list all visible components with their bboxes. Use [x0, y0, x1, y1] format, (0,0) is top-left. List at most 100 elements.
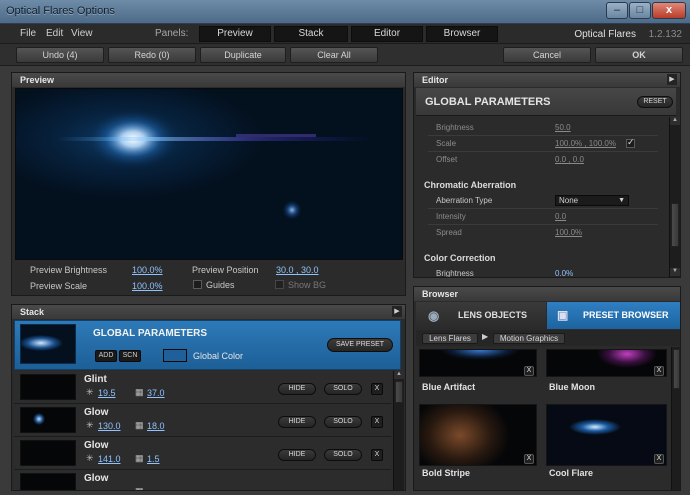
remove-preset-button[interactable]: X: [524, 366, 534, 376]
tab-preset-browser[interactable]: ▣ PRESET BROWSER: [547, 302, 680, 329]
app-version: 1.2.132: [648, 29, 682, 40]
hide-button[interactable]: HIDE: [278, 449, 316, 461]
spread-value[interactable]: 100.0%: [555, 228, 582, 237]
menu-file[interactable]: File: [20, 28, 36, 39]
solo-button[interactable]: SOLO: [324, 383, 362, 395]
close-button[interactable]: x: [652, 2, 686, 19]
layer-name: Glint: [84, 374, 107, 385]
offset-value[interactable]: 0.0 , 0.0: [555, 155, 584, 164]
preset-tile-blue-artifact[interactable]: X: [419, 349, 537, 377]
stack-row[interactable]: Glow ✳ 130.0 ▦ 18.0 HIDE SOLO X: [14, 404, 391, 437]
remove-layer-button[interactable]: X: [371, 449, 383, 461]
layer-size-value[interactable]: 18.0: [147, 421, 165, 431]
menu-view[interactable]: View: [71, 28, 93, 39]
duplicate-button[interactable]: Duplicate: [200, 47, 286, 63]
maximize-button[interactable]: □: [629, 2, 651, 19]
chevron-down-icon: ▼: [618, 197, 625, 204]
solo-button[interactable]: SOLO: [324, 449, 362, 461]
show-bg-checkbox[interactable]: [275, 280, 284, 289]
browser-panel: Browser ◉ LENS OBJECTS ▣ PRESET BROWSER …: [413, 286, 681, 491]
preset-tile-blue-moon[interactable]: X: [546, 349, 667, 377]
preview-brightness-value[interactable]: 100.0%: [132, 265, 163, 275]
undo-button[interactable]: Undo (4): [16, 47, 104, 63]
layer-name: Glow: [84, 407, 109, 418]
stack-panel-menu-arrow[interactable]: ▶: [392, 306, 402, 317]
toolbar: Undo (4) Redo (0) Duplicate Clear All Ca…: [0, 44, 690, 66]
count-icon: ✳: [86, 387, 94, 397]
aberration-type-dropdown[interactable]: None ▼: [555, 195, 629, 206]
scn-button[interactable]: SCN: [119, 350, 141, 362]
global-thumbnail: [20, 324, 76, 364]
scroll-thumb[interactable]: [673, 349, 680, 389]
scroll-thumb[interactable]: [395, 381, 403, 403]
editor-heading-bar: GLOBAL PARAMETERS RESET: [416, 88, 676, 116]
tab-preset-browser-label: PRESET BROWSER: [583, 310, 669, 320]
app-name: Optical Flares: [574, 29, 636, 40]
breadcrumb-lens-flares[interactable]: Lens Flares: [422, 333, 478, 344]
panel-tab-editor[interactable]: Editor: [351, 26, 423, 42]
preset-tile-bold-stripe[interactable]: X: [419, 404, 537, 466]
cancel-button[interactable]: Cancel: [503, 47, 591, 63]
preview-scale-value[interactable]: 100.0%: [132, 281, 163, 291]
remove-preset-button[interactable]: X: [654, 454, 664, 464]
ok-button[interactable]: OK: [595, 47, 683, 63]
remove-layer-button[interactable]: X: [371, 416, 383, 428]
stack-row[interactable]: Glow ▦: [14, 470, 391, 490]
editor-scrollbar[interactable]: ▲ ▼: [669, 117, 680, 277]
preview-position-value[interactable]: 30.0 , 30.0: [276, 265, 319, 275]
scale-value[interactable]: 100.0% , 100.0%: [555, 139, 616, 148]
hide-button[interactable]: HIDE: [278, 416, 316, 428]
title-bar[interactable]: Optical Flares Options – □ x: [0, 0, 690, 24]
intensity-value[interactable]: 0.0: [555, 212, 566, 221]
brightness-value[interactable]: 50.0: [555, 123, 571, 132]
global-parameters-row[interactable]: GLOBAL PARAMETERS ADD SCN Global Color S…: [14, 320, 401, 370]
browser-scrollbar[interactable]: [671, 347, 680, 490]
remove-preset-button[interactable]: X: [524, 454, 534, 464]
layer-size-value[interactable]: 37.0: [147, 388, 165, 398]
hide-button[interactable]: HIDE: [278, 383, 316, 395]
solo-button[interactable]: SOLO: [324, 416, 362, 428]
panel-tab-stack[interactable]: Stack: [274, 26, 348, 42]
layer-count-value[interactable]: 141.0: [98, 454, 121, 464]
scroll-thumb[interactable]: [671, 203, 679, 247]
tab-lens-objects[interactable]: ◉ LENS OBJECTS: [416, 302, 546, 329]
preview-viewport[interactable]: [15, 88, 403, 260]
stack-row[interactable]: Glint ✳ 19.5 ▦ 37.0 HIDE SOLO X: [14, 371, 391, 404]
save-preset-button[interactable]: SAVE PRESET: [327, 338, 393, 352]
editor-panel-menu-arrow[interactable]: ▶: [667, 74, 677, 85]
guides-label: Guides: [206, 280, 235, 290]
remove-preset-button[interactable]: X: [654, 366, 664, 376]
redo-button[interactable]: Redo (0): [108, 47, 196, 63]
cc-brightness-value[interactable]: 0.0%: [555, 269, 573, 277]
scale-lock-checkbox[interactable]: ✓: [626, 137, 635, 148]
breadcrumb-motion-graphics[interactable]: Motion Graphics: [493, 333, 565, 344]
layer-thumbnail: [20, 407, 76, 433]
scroll-up-arrow[interactable]: ▲: [670, 117, 680, 125]
clear-all-button[interactable]: Clear All: [290, 47, 378, 63]
flare-streak: [56, 137, 376, 141]
guides-checkbox[interactable]: [193, 280, 202, 289]
panel-tab-preview[interactable]: Preview: [199, 26, 271, 42]
scroll-up-arrow[interactable]: ▲: [394, 371, 404, 379]
preset-tile-cool-flare[interactable]: X: [546, 404, 667, 466]
count-icon: ✳: [86, 453, 94, 463]
layer-size-value[interactable]: 1.5: [147, 454, 160, 464]
minimize-button[interactable]: –: [606, 2, 628, 19]
layer-count-value[interactable]: 19.5: [98, 388, 116, 398]
lens-objects-icon: ◉: [428, 308, 440, 323]
global-color-swatch[interactable]: [163, 349, 187, 362]
browser-panel-header: Browser: [414, 287, 680, 301]
breadcrumb: Lens Flares ▶ Motion Graphics: [416, 330, 680, 346]
offset-label: Offset: [436, 155, 458, 164]
remove-layer-button[interactable]: X: [371, 383, 383, 395]
menu-edit[interactable]: Edit: [46, 28, 63, 39]
stack-scrollbar[interactable]: ▲: [393, 371, 404, 490]
preset-name: Cool Flare: [549, 468, 594, 478]
layer-count-value[interactable]: 130.0: [98, 421, 121, 431]
scroll-down-arrow[interactable]: ▼: [670, 268, 680, 276]
global-color-label: Global Color: [193, 351, 244, 361]
panel-tab-browser[interactable]: Browser: [426, 26, 498, 42]
reset-button[interactable]: RESET: [637, 96, 673, 108]
stack-row[interactable]: Glow ✳ 141.0 ▦ 1.5 HIDE SOLO X: [14, 437, 391, 470]
add-button[interactable]: ADD: [95, 350, 117, 362]
